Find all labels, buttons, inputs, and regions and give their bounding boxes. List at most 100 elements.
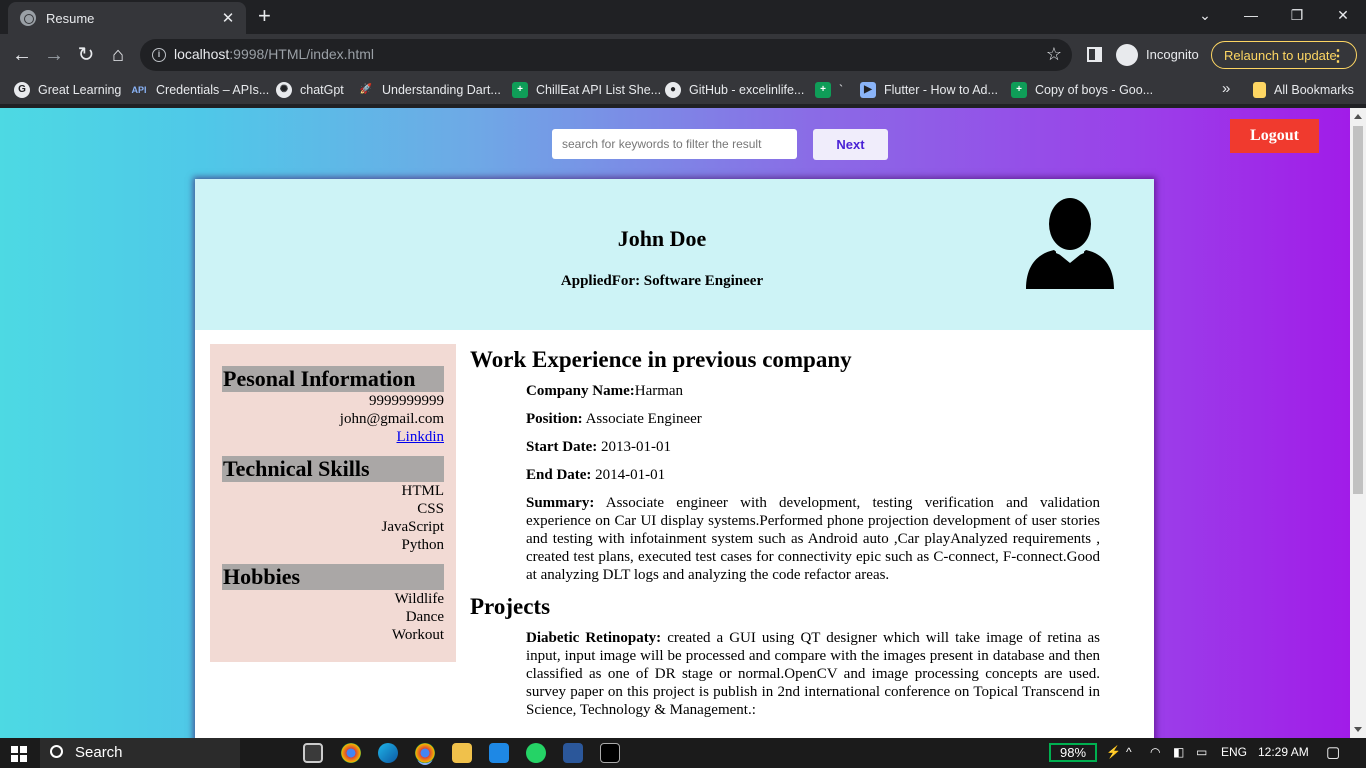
vscode-icon[interactable] xyxy=(489,743,509,763)
rocket-icon: 🚀 xyxy=(359,84,373,95)
bookmark-chatgpt[interactable]: ✺ chatGpt xyxy=(276,82,344,98)
linkedin-link[interactable]: Linkdin xyxy=(397,429,445,445)
personal-info-list: 9999999999 john@gmail.com Linkdin xyxy=(222,392,444,446)
incognito-label: Incognito xyxy=(1146,47,1199,62)
whatsapp-icon[interactable] xyxy=(526,743,546,763)
tray-chevron-icon[interactable]: ^ xyxy=(1126,745,1132,759)
relaunch-button[interactable]: Relaunch to update ⋮ xyxy=(1211,41,1357,69)
scroll-up-arrow-icon[interactable] xyxy=(1354,114,1362,119)
hobbies-list: Wildlife Dance Workout xyxy=(222,590,444,644)
url-text: localhost:9998/HTML/index.html xyxy=(174,46,374,62)
skills-list: HTML CSS JavaScript Python xyxy=(222,482,444,554)
bookmark-sheet[interactable]: + ` xyxy=(815,82,843,98)
bookmark-chilleat[interactable]: + ChillEat API List She... xyxy=(512,82,661,98)
home-icon[interactable]: ⌂ xyxy=(105,42,131,68)
applied-for: AppliedFor: Software Engineer xyxy=(560,273,764,289)
chrome-active-icon[interactable] xyxy=(415,743,435,763)
tab-resume[interactable]: Resume ✕ xyxy=(8,2,246,34)
skill-item: HTML xyxy=(401,483,445,499)
terminal-icon[interactable] xyxy=(600,743,620,763)
bookmark-copy-of-boys[interactable]: + Copy of boys - Goo... xyxy=(1011,82,1153,98)
power-plug-icon: ⚡ xyxy=(1106,745,1121,759)
site-info-icon[interactable]: i xyxy=(152,48,166,62)
tab-strip: Resume ✕ + ⌄ — ❐ ✕ xyxy=(0,0,1366,34)
sheets-icon: + xyxy=(1011,82,1027,98)
summary-field: Summary: Associate engineer with develop… xyxy=(526,495,1100,583)
forward-icon[interactable]: → xyxy=(41,42,67,68)
bookmark-star-icon[interactable]: ☆ xyxy=(1046,44,1062,65)
sheets-icon: + xyxy=(815,82,831,98)
logout-button[interactable]: Logout xyxy=(1230,119,1319,153)
speaker-icon[interactable]: ◧ xyxy=(1173,745,1184,759)
close-tab-icon[interactable]: ✕ xyxy=(220,9,236,27)
phone-number: 9999999999 xyxy=(369,393,444,409)
bookmark-great-learning[interactable]: G Great Learning xyxy=(14,82,121,98)
bookmark-github[interactable]: ● GitHub - excelinlife... xyxy=(665,82,804,98)
work-experience-heading: Work Experience in previous company xyxy=(470,347,852,372)
restore-button[interactable]: ❐ xyxy=(1274,0,1320,30)
chrome-icon[interactable] xyxy=(341,743,361,763)
back-icon[interactable]: ← xyxy=(9,42,35,68)
hobby-item: Dance xyxy=(405,609,444,625)
work-experience-block: Company Name:Harman Position: Associate … xyxy=(526,382,1100,584)
incognito-icon[interactable] xyxy=(1116,44,1138,66)
search-icon xyxy=(50,745,63,758)
email-address: john@gmail.com xyxy=(339,411,444,427)
bookmark-understanding-dart[interactable]: 🚀 Understanding Dart... xyxy=(358,82,501,98)
windows-start-icon[interactable] xyxy=(11,746,27,762)
minimize-button[interactable]: — xyxy=(1228,0,1274,30)
next-button[interactable]: Next xyxy=(813,129,888,160)
google-icon: G xyxy=(14,82,30,98)
tab-search-icon[interactable]: ⌄ xyxy=(1182,0,1228,30)
api-icon: API xyxy=(131,85,147,95)
company-field: Company Name:Harman xyxy=(526,383,684,399)
word-icon[interactable] xyxy=(563,743,583,763)
edge-icon[interactable] xyxy=(378,743,398,763)
windows-taskbar: Search 98% ⚡ ^ ◠ ◧ ▭ ENG 12:29 AM ▢ xyxy=(0,738,1366,768)
address-bar[interactable]: i localhost:9998/HTML/index.html ☆ xyxy=(140,39,1072,71)
bookmark-credentials[interactable]: API Credentials – APIs... xyxy=(130,82,269,98)
main-content: Work Experience in previous company Comp… xyxy=(470,347,1100,729)
position-field: Position: Associate Engineer xyxy=(526,411,702,427)
folder-icon xyxy=(1253,82,1266,98)
resume-card: John Doe AppliedFor: Software Engineer P… xyxy=(195,179,1154,738)
hobby-item: Workout xyxy=(391,627,444,643)
hobbies-heading: Hobbies xyxy=(222,564,444,590)
technical-skills-heading: Technical Skills xyxy=(222,456,444,482)
all-bookmarks[interactable]: All Bookmarks xyxy=(1253,82,1354,98)
globe-icon xyxy=(20,10,36,26)
reload-icon[interactable]: ↻ xyxy=(73,42,99,68)
task-view-icon[interactable] xyxy=(303,743,323,763)
more-menu-icon[interactable]: ⋮ xyxy=(1330,46,1346,66)
personal-info-heading: Pesonal Information xyxy=(222,366,444,392)
user-avatar-icon xyxy=(1026,198,1114,289)
end-date-field: End Date: 2014-01-01 xyxy=(526,467,666,483)
close-window-button[interactable]: ✕ xyxy=(1320,0,1366,30)
resume-header: John Doe AppliedFor: Software Engineer xyxy=(195,179,1154,330)
battery-indicator[interactable]: 98% xyxy=(1049,743,1097,762)
relaunch-label: Relaunch to update xyxy=(1224,48,1337,63)
page-scrollbar[interactable] xyxy=(1350,108,1366,738)
start-date-field: Start Date: 2013-01-01 xyxy=(526,439,671,455)
scroll-down-arrow-icon[interactable] xyxy=(1354,727,1362,732)
project-item: Diabetic Retinopaty: created a GUI using… xyxy=(526,630,1100,718)
projects-block: Diabetic Retinopaty: created a GUI using… xyxy=(526,629,1100,719)
bookmark-flutter[interactable]: ▶ Flutter - How to Ad... xyxy=(860,82,998,98)
github-icon: ● xyxy=(665,82,681,98)
page-viewport: Next Logout John Doe AppliedFor: Softwar… xyxy=(0,108,1350,738)
scroll-thumb[interactable] xyxy=(1353,126,1363,494)
skill-item: JavaScript xyxy=(381,519,444,535)
bookmarks-overflow-button[interactable]: » xyxy=(1222,80,1230,97)
notification-icon[interactable]: ▢ xyxy=(1326,743,1340,761)
clock[interactable]: 12:29 AM xyxy=(1258,745,1309,759)
flutter-icon: ▶ xyxy=(860,82,876,98)
file-explorer-icon[interactable] xyxy=(452,743,472,763)
battery-icon[interactable]: ▭ xyxy=(1196,745,1207,759)
new-tab-button[interactable]: + xyxy=(258,5,271,27)
side-panel-icon[interactable] xyxy=(1087,47,1102,62)
search-input[interactable] xyxy=(552,129,797,159)
taskbar-search[interactable]: Search xyxy=(40,738,240,768)
sidebar: Pesonal Information 9999999999 john@gmai… xyxy=(210,344,456,662)
language-indicator[interactable]: ENG xyxy=(1221,745,1247,759)
wifi-icon[interactable]: ◠ xyxy=(1150,745,1160,759)
